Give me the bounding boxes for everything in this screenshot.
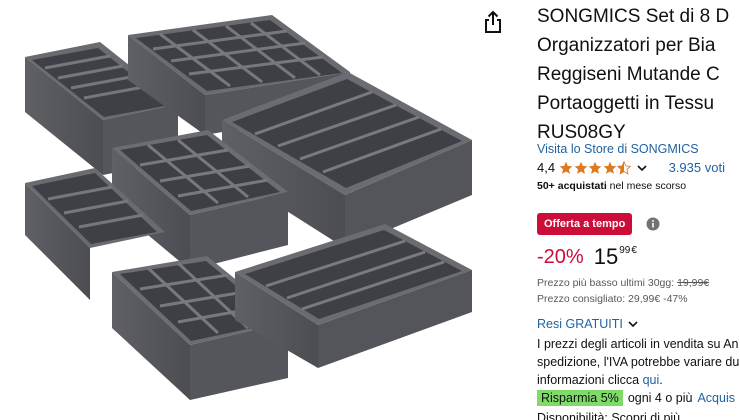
star-half-icon	[617, 160, 632, 175]
chevron-down-icon[interactable]	[636, 162, 648, 174]
lowest-price-value: 19,99€	[677, 277, 710, 289]
savings-badge: Risparmia 5%	[537, 390, 623, 406]
deal-row: Offerta a tempo	[537, 213, 660, 235]
recommended-price-label: Prezzo consigliato:	[537, 293, 629, 305]
rating-row: 4,4 3.935 voti	[537, 160, 725, 175]
title-line: Reggiseni Mutande C	[537, 64, 720, 85]
lowest-price-label: Prezzo più basso ultimi 30gg:	[537, 277, 678, 289]
recommended-price-value: 29,99€	[628, 293, 661, 305]
star-full-icon	[603, 161, 616, 174]
product-title: SONGMICS Set di 8 D Organizzatori per Bi…	[537, 2, 729, 147]
recommended-discount: -47%	[660, 293, 688, 305]
star-full-icon	[559, 161, 573, 174]
title-line: SONGMICS Set di 8 D	[537, 6, 730, 27]
votes-count-link[interactable]: 3.935 voti	[669, 160, 725, 175]
lowest-price-info: Prezzo più basso ultimi 30gg: 19,99€	[537, 277, 709, 289]
tax-info-link[interactable]: qui	[643, 373, 660, 387]
bought-info: 50+ acquistati nel mese scorso	[537, 180, 686, 192]
price-whole: 15	[593, 244, 619, 269]
bought-period: nel mese scorso	[606, 180, 687, 192]
store-link[interactable]: Visita lo Store di SONGMICS	[537, 142, 699, 156]
deal-badge: Offerta a tempo	[537, 213, 633, 235]
availability-partial: Disponibilità: Scopri di più	[537, 411, 681, 420]
product-info-panel: SONGMICS Set di 8 D Organizzatori per Bi…	[537, 0, 740, 420]
chevron-down-icon	[628, 321, 638, 328]
tax-note-line: I prezzi degli articoli in vendita su An	[537, 337, 739, 351]
free-returns-link[interactable]: Resi GRATUITI	[537, 317, 639, 331]
free-returns-label: Resi GRATUITI	[537, 317, 623, 331]
tax-note-line: spedizione, l'IVA potrebbe variare du	[537, 355, 740, 369]
tax-note-end: .	[659, 373, 663, 387]
storage-boxes-image	[25, 15, 472, 400]
discount-percent: -20%	[537, 246, 584, 268]
savings-row: Risparmia 5% ogni 4 o più Acquis	[537, 390, 735, 406]
recommended-price-info: Prezzo consigliato: 29,99€ -47%	[537, 293, 688, 305]
tax-note: I prezzi degli articoli in vendita su An…	[537, 335, 739, 389]
savings-link[interactable]: Acquis	[697, 391, 735, 405]
tax-note-line: informazioni clicca qui.	[537, 371, 739, 389]
bought-count: 50+ acquistati	[537, 180, 607, 192]
price-row: -20% 15 99 €	[537, 244, 637, 270]
info-icon[interactable]	[646, 217, 660, 231]
savings-text: ogni 4 o più	[627, 391, 693, 405]
product-image[interactable]	[0, 0, 525, 420]
share-icon[interactable]	[482, 10, 504, 34]
star-full-icon	[574, 161, 587, 174]
tax-note-text: informazioni clicca	[537, 373, 643, 387]
star-rating[interactable]	[559, 160, 632, 175]
rating-value[interactable]: 4,4	[537, 160, 555, 175]
star-full-icon	[588, 161, 602, 174]
price-fraction: 99	[619, 245, 631, 256]
title-line: Organizzatori per Bia	[537, 35, 716, 56]
price-currency: €	[631, 245, 637, 256]
title-line: Portaoggetti in Tessu	[537, 93, 715, 114]
